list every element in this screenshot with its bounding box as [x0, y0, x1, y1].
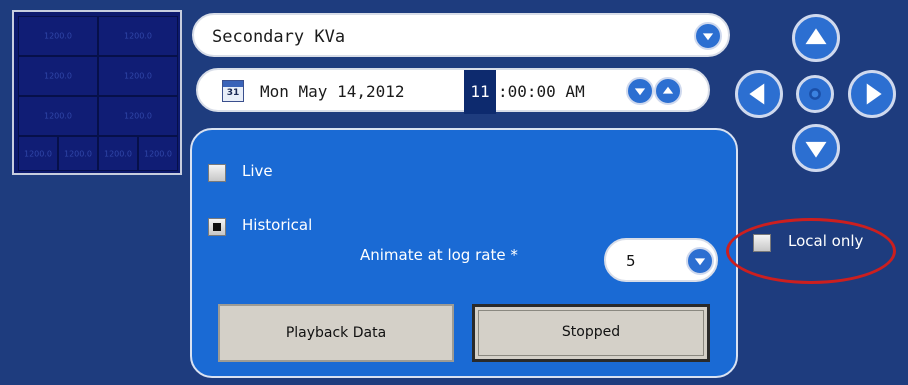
minimap-cell[interactable]: 1200.0	[138, 136, 178, 171]
time-text[interactable]: :00:00 AM	[498, 82, 585, 101]
chevron-down-icon[interactable]	[686, 247, 714, 275]
minimap-cell-label: 1200.0	[24, 149, 52, 158]
minimap-cell[interactable]: 1200.0	[18, 96, 98, 136]
minimap[interactable]: 1200.0 1200.0 1200.0 1200.0 1200.0 1200.…	[12, 10, 182, 175]
minimap-cell[interactable]: 1200.0	[58, 136, 98, 171]
arrow-left-icon[interactable]	[735, 70, 783, 118]
minimap-cell-label: 1200.0	[44, 71, 72, 81]
minimap-cell[interactable]: 1200.0	[18, 56, 98, 96]
chevron-down-icon[interactable]	[694, 22, 722, 50]
chevron-up-icon[interactable]	[654, 77, 682, 105]
playback-data-button[interactable]: Playback Data	[218, 304, 454, 362]
local-only-option: Local only	[726, 218, 900, 288]
minimap-cell-label: 1200.0	[64, 149, 92, 158]
measurement-value: Secondary KVa	[212, 27, 346, 47]
minimap-cell-label: 1200.0	[144, 149, 172, 158]
historical-label: Historical	[242, 216, 313, 234]
arrow-down-icon[interactable]	[792, 124, 840, 172]
arrow-right-icon[interactable]	[848, 70, 896, 118]
minimap-cell-label: 1200.0	[124, 111, 152, 121]
date-text[interactable]: Mon May 14,2012	[260, 82, 405, 101]
stopped-button[interactable]: Stopped	[472, 304, 710, 362]
app-window: 1200.0 1200.0 1200.0 1200.0 1200.0 1200.…	[0, 0, 908, 385]
minimap-cell[interactable]: 1200.0	[18, 16, 98, 56]
measurement-dropdown[interactable]: Secondary KVa	[192, 13, 730, 57]
center-dot-icon[interactable]	[796, 75, 834, 113]
live-label: Live	[242, 162, 273, 180]
minimap-cell[interactable]: 1200.0	[98, 16, 178, 56]
live-checkbox[interactable]	[208, 164, 226, 182]
stopped-button-label: Stopped	[561, 324, 621, 340]
historical-checkbox[interactable]	[208, 218, 226, 236]
minimap-cell[interactable]: 1200.0	[98, 136, 138, 171]
calendar-icon-day: 31	[226, 88, 240, 98]
calendar-icon[interactable]: 31	[222, 80, 244, 102]
local-only-label: Local only	[788, 232, 864, 250]
log-rate-value: 5	[626, 252, 636, 270]
minimap-cell[interactable]: 1200.0	[98, 56, 178, 96]
minimap-cell-label: 1200.0	[104, 149, 132, 158]
datetime-field[interactable]: 31 Mon May 14,2012 11 :00:00 AM	[196, 68, 710, 114]
minimap-cell[interactable]: 1200.0	[98, 96, 178, 136]
minimap-cell[interactable]: 1200.0	[18, 136, 58, 171]
log-rate-dropdown[interactable]: 5	[604, 238, 718, 282]
minimap-cell-label: 1200.0	[44, 31, 72, 41]
arrow-up-icon[interactable]	[792, 14, 840, 62]
minimap-cell-label: 1200.0	[124, 31, 152, 41]
local-only-checkbox[interactable]	[753, 234, 771, 252]
minimap-cell-label: 1200.0	[124, 71, 152, 81]
animate-rate-label: Animate at log rate *	[360, 246, 518, 264]
minimap-cell-label: 1200.0	[44, 111, 72, 121]
hour-segment[interactable]: 11	[464, 70, 496, 114]
highlight-ellipse	[726, 218, 896, 284]
playback-panel: Live Historical Animate at log rate * 5 …	[190, 128, 738, 378]
chevron-down-icon[interactable]	[626, 77, 654, 105]
